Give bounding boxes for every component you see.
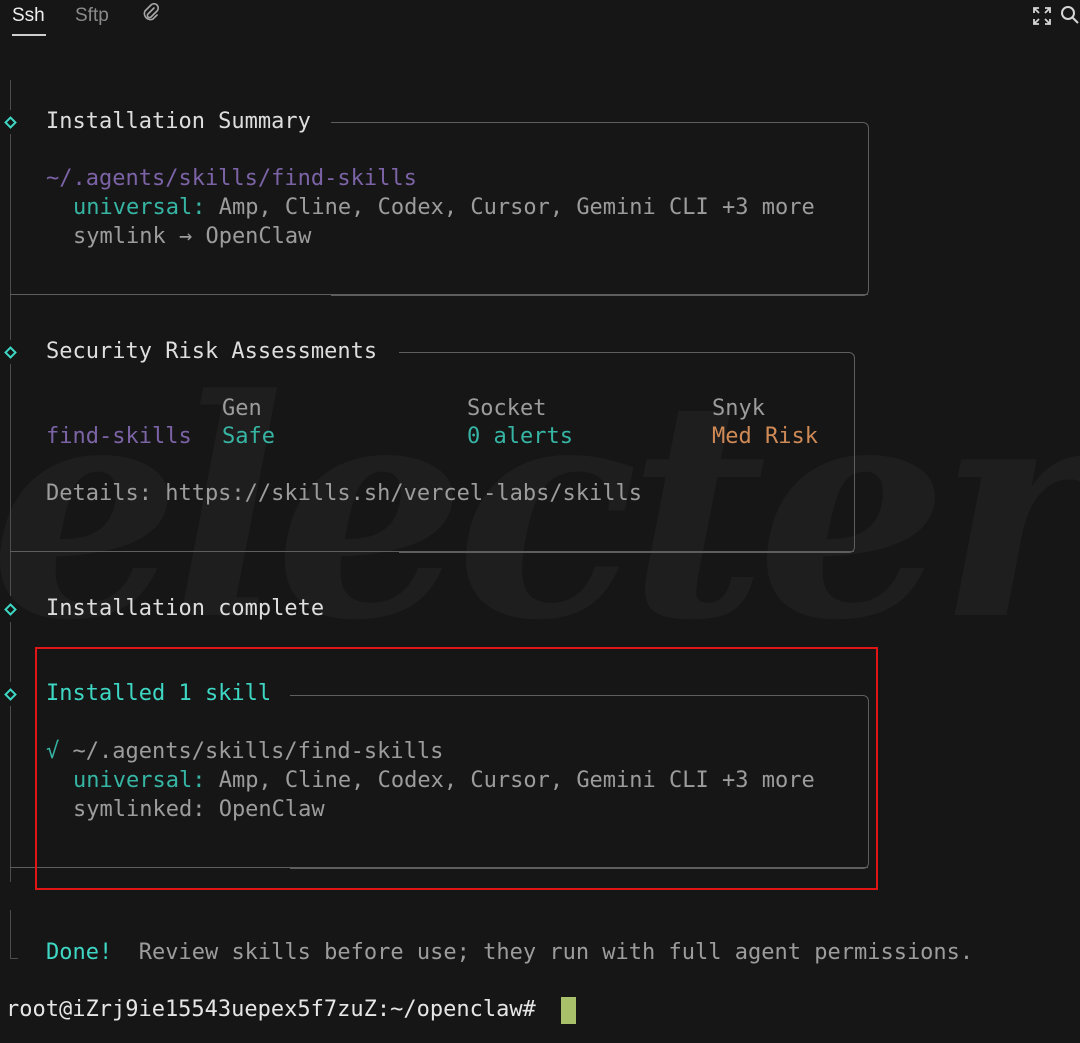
summary-title: Installation Summary <box>46 109 311 134</box>
tree-line <box>10 622 11 682</box>
security-box-border <box>399 352 855 553</box>
snyk-status: Med Risk <box>712 424 818 449</box>
universal-label: universal: <box>73 195 206 220</box>
done-label: Done! <box>46 940 113 965</box>
terminal-cursor <box>561 997 576 1024</box>
gen-status: Safe <box>222 424 275 449</box>
diamond-icon <box>4 346 17 359</box>
done-line: Done! Review skills before use; they run… <box>46 940 973 966</box>
tree-line <box>10 910 11 958</box>
security-details: Details: https://skills.sh/vercel-labs/s… <box>46 481 643 506</box>
paperclip-icon[interactable] <box>142 2 160 28</box>
tab-ssh[interactable]: Ssh <box>12 5 45 27</box>
tree-line <box>10 706 11 882</box>
diamond-icon <box>4 116 17 129</box>
security-title: Security Risk Assessments <box>46 339 378 364</box>
skill-name: find-skills <box>46 424 192 449</box>
socket-status: 0 alerts <box>467 424 573 449</box>
shell-prompt: root@iZrj9ie15543uepex5f7zuZ:~/openclaw# <box>6 997 536 1022</box>
highlight-box <box>35 647 878 890</box>
active-tab-indicator <box>12 34 46 36</box>
diamond-icon <box>4 688 17 701</box>
security-box-bottom <box>10 551 854 552</box>
tree-line <box>10 364 11 596</box>
tree-line <box>10 134 11 340</box>
install-complete: Installation complete <box>46 596 325 621</box>
done-message: Review skills before use; they run with … <box>112 940 974 965</box>
summary-box-bottom <box>10 294 868 295</box>
summary-agents-line: universal: Amp, Cline, Codex, Cursor, Ge… <box>73 195 815 221</box>
header-gen: Gen <box>222 396 262 421</box>
header-snyk: Snyk <box>712 396 765 421</box>
tab-sftp[interactable]: Sftp <box>75 5 109 27</box>
expand-icon[interactable] <box>1032 6 1052 31</box>
header-socket: Socket <box>467 396 547 421</box>
tab-bar: Ssh Sftp <box>0 0 1080 40</box>
tree-line <box>10 958 18 959</box>
search-icon[interactable] <box>1060 5 1080 30</box>
summary-symlink: symlink → OpenClaw <box>73 224 312 249</box>
summary-path: ~/.agents/skills/find-skills <box>46 166 417 191</box>
tree-line <box>10 80 11 110</box>
diamond-icon <box>4 603 17 616</box>
agents-list: Amp, Cline, Codex, Cursor, Gemini CLI +3… <box>205 195 815 220</box>
